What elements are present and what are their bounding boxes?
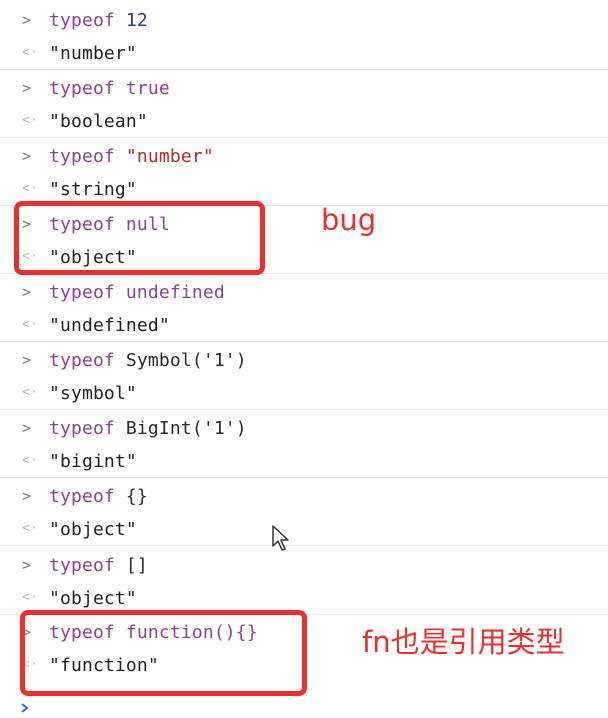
typeof-argument: 12 — [125, 10, 148, 31]
chevron-right-icon: > — [22, 283, 32, 301]
return-arrow-icon: <· — [22, 317, 38, 332]
bug-highlight-box — [14, 201, 265, 275]
console-output-text: "number" — [49, 43, 137, 64]
console-input-row[interactable]: > typeof undefined — [0, 276, 608, 309]
typeof-keyword: typeof — [49, 146, 115, 167]
bug-annotation: bug — [321, 203, 377, 237]
typeof-argument: Symbol('1') — [125, 350, 247, 371]
typeof-argument: "number" — [125, 146, 214, 167]
typeof-keyword: typeof — [49, 282, 115, 303]
console-output-text: "object" — [49, 588, 137, 609]
return-arrow-icon: <· — [22, 453, 38, 468]
typeof-argument: {} — [125, 486, 148, 507]
chevron-right-icon: > — [22, 419, 32, 437]
console-input-row[interactable]: > typeof true — [0, 72, 608, 105]
console-input-text: typeof 12 — [49, 11, 148, 31]
typeof-keyword: typeof — [49, 486, 115, 507]
console-output-text: "bigint" — [49, 451, 137, 472]
console-output-text: "boolean" — [49, 111, 148, 132]
chevron-right-icon: > — [22, 351, 32, 369]
console-output-text: "undefined" — [49, 315, 170, 336]
console-input-text: typeof BigInt('1') — [49, 419, 247, 439]
function-highlight-box — [20, 610, 307, 696]
console-input-row[interactable]: > typeof [] — [0, 549, 608, 582]
console-input-row[interactable]: > typeof "number" — [0, 140, 608, 173]
console-output-text: "symbol" — [49, 383, 137, 404]
console-output-row: <· "undefined" — [0, 309, 608, 342]
return-arrow-icon: <· — [22, 590, 38, 605]
console-input-text: typeof "number" — [49, 147, 214, 167]
typeof-keyword: typeof — [49, 78, 115, 99]
return-arrow-icon: <· — [22, 181, 38, 196]
typeof-keyword: typeof — [49, 418, 115, 439]
function-annotation: fn也是引用类型 — [362, 625, 565, 659]
typeof-argument: true — [125, 78, 170, 99]
console-input-text: typeof {} — [49, 487, 148, 507]
console-input-row[interactable]: > typeof 12 — [0, 4, 608, 37]
console-input-text: typeof true — [49, 79, 170, 99]
typeof-argument: undefined — [125, 282, 225, 303]
typeof-keyword: typeof — [49, 555, 115, 576]
typeof-argument: [] — [125, 555, 148, 576]
chevron-right-icon: > — [22, 487, 32, 505]
return-arrow-icon: <· — [22, 45, 38, 60]
chevron-right-icon: > — [22, 11, 32, 29]
typeof-argument: BigInt('1') — [125, 418, 247, 439]
console-output-row: <· "number" — [0, 37, 608, 70]
active-prompt-icon[interactable] — [20, 703, 30, 713]
typeof-keyword: typeof — [49, 10, 115, 31]
console-input-row[interactable]: > typeof BigInt('1') — [0, 412, 608, 445]
mouse-pointer-icon — [272, 525, 289, 551]
console-input-text: typeof Symbol('1') — [49, 351, 247, 371]
console-input-row[interactable]: > typeof {} — [0, 480, 608, 513]
console-output-text: "string" — [49, 179, 137, 200]
chevron-right-icon: > — [22, 556, 32, 574]
return-arrow-icon: <· — [22, 521, 38, 536]
console-output-row: <· "boolean" — [0, 105, 608, 138]
console-input-text: typeof undefined — [49, 283, 225, 303]
return-arrow-icon: <· — [22, 113, 38, 128]
chevron-right-icon: > — [22, 79, 32, 97]
console-output-text: "object" — [49, 519, 137, 540]
typeof-keyword: typeof — [49, 350, 115, 371]
console-input-row[interactable]: > typeof Symbol('1') — [0, 344, 608, 377]
return-arrow-icon: <· — [22, 385, 38, 400]
console-output-row: <· "object" — [0, 513, 608, 546]
console-input-text: typeof [] — [49, 556, 148, 576]
console-output-row: <· "symbol" — [0, 377, 608, 410]
chevron-right-icon: > — [22, 147, 32, 165]
console-output-row: <· "bigint" — [0, 445, 608, 478]
